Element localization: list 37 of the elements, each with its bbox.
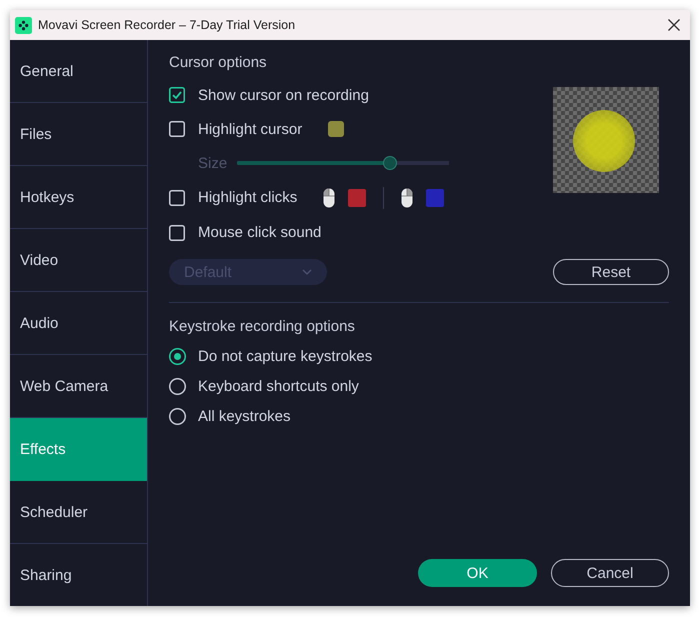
radio-button[interactable] xyxy=(169,378,186,394)
close-icon[interactable] xyxy=(668,19,680,31)
ok-button[interactable]: OK xyxy=(418,559,537,587)
mouse-icon xyxy=(323,188,336,208)
radio-label[interactable]: All keystrokes xyxy=(198,408,291,424)
sidebar-item[interactable]: Sharing xyxy=(10,544,147,606)
sidebar-item[interactable]: General xyxy=(10,40,147,103)
chevron-down-icon xyxy=(302,269,312,275)
section-heading: Cursor options xyxy=(169,53,268,73)
radio-label[interactable]: Keyboard shortcuts only xyxy=(198,378,359,394)
cancel-button[interactable]: Cancel xyxy=(551,559,669,587)
section-heading: Keystroke recording options xyxy=(169,317,356,337)
radio-button[interactable] xyxy=(169,408,186,424)
checkbox-label[interactable]: Highlight cursor xyxy=(198,120,302,138)
sidebar-item[interactable]: Scheduler xyxy=(10,481,147,544)
slider-label: Size xyxy=(198,154,228,172)
checkbox[interactable] xyxy=(169,224,185,240)
sidebar-item[interactable]: Audio xyxy=(10,292,147,355)
sidebar-item[interactable]: Files xyxy=(10,103,147,166)
checkbox-label[interactable]: Show cursor on recording xyxy=(198,86,369,104)
app-logo-icon xyxy=(15,16,32,34)
checkbox[interactable] xyxy=(169,121,185,137)
window-title: Movavi Screen Recorder – 7-Day Trial Version xyxy=(38,18,296,32)
sidebar-item[interactable]: Effects xyxy=(10,418,147,481)
sidebar-item[interactable]: Hotkeys xyxy=(10,166,147,229)
reset-button[interactable]: Reset xyxy=(553,259,669,285)
radio-label[interactable]: Do not capture keystrokes xyxy=(198,348,372,364)
sidebar-item[interactable]: Video xyxy=(10,229,147,292)
checkbox[interactable] xyxy=(169,87,185,103)
color-swatch-icon[interactable] xyxy=(426,188,444,206)
mouse-icon xyxy=(401,188,414,208)
color-swatch-icon[interactable] xyxy=(348,188,366,206)
checkbox-label[interactable]: Mouse click sound xyxy=(198,224,322,241)
color-swatch-icon[interactable] xyxy=(328,121,344,137)
radio-button[interactable] xyxy=(169,348,186,364)
checkbox-label[interactable]: Highlight clicks xyxy=(198,189,298,206)
checkbox[interactable] xyxy=(169,190,185,206)
